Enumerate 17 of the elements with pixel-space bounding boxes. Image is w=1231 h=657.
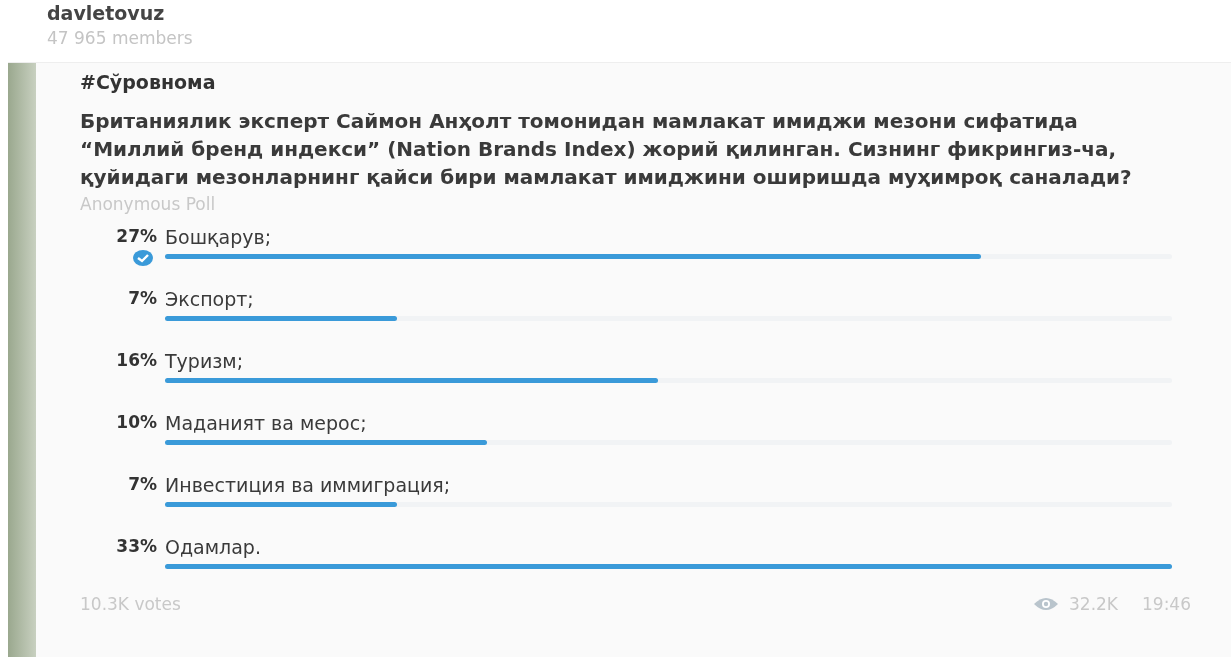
option-label: Одамлар. [165, 536, 262, 558]
option-percent: 33% [116, 536, 157, 556]
option-label: Маданият ва мерос; [165, 412, 368, 434]
member-count: 47 965 members [47, 28, 194, 48]
option-label: Инвестиция ва иммиграция; [165, 474, 452, 496]
hashtag: #Сўровнома [80, 71, 217, 93]
poll-question: Британиялик эксперт Саймон Анҳолт томонидан мамлакат имиджи мезони сифатида “Миллий бренд индекси” (Nation Brands Index) жорий қилинган. Сизнинг фикрингиз-ча, қуйидаги мезонларнинг қайси бири мамлакат имиджини оширишда муҳимроқ саналади? [80, 108, 1133, 191]
option-label: Туризм; [165, 350, 245, 372]
option-label: Бошқарув; [165, 226, 273, 248]
option-label: Экспорт; [165, 288, 255, 310]
option-percent: 7% [128, 288, 157, 308]
channel-name: davletovuz [47, 2, 166, 24]
option-percent: 27% [116, 226, 157, 246]
eye-icon [1033, 596, 1059, 612]
option-percent: 7% [128, 474, 157, 494]
option-percent: 10% [116, 412, 157, 432]
option-percent: 16% [116, 350, 157, 370]
